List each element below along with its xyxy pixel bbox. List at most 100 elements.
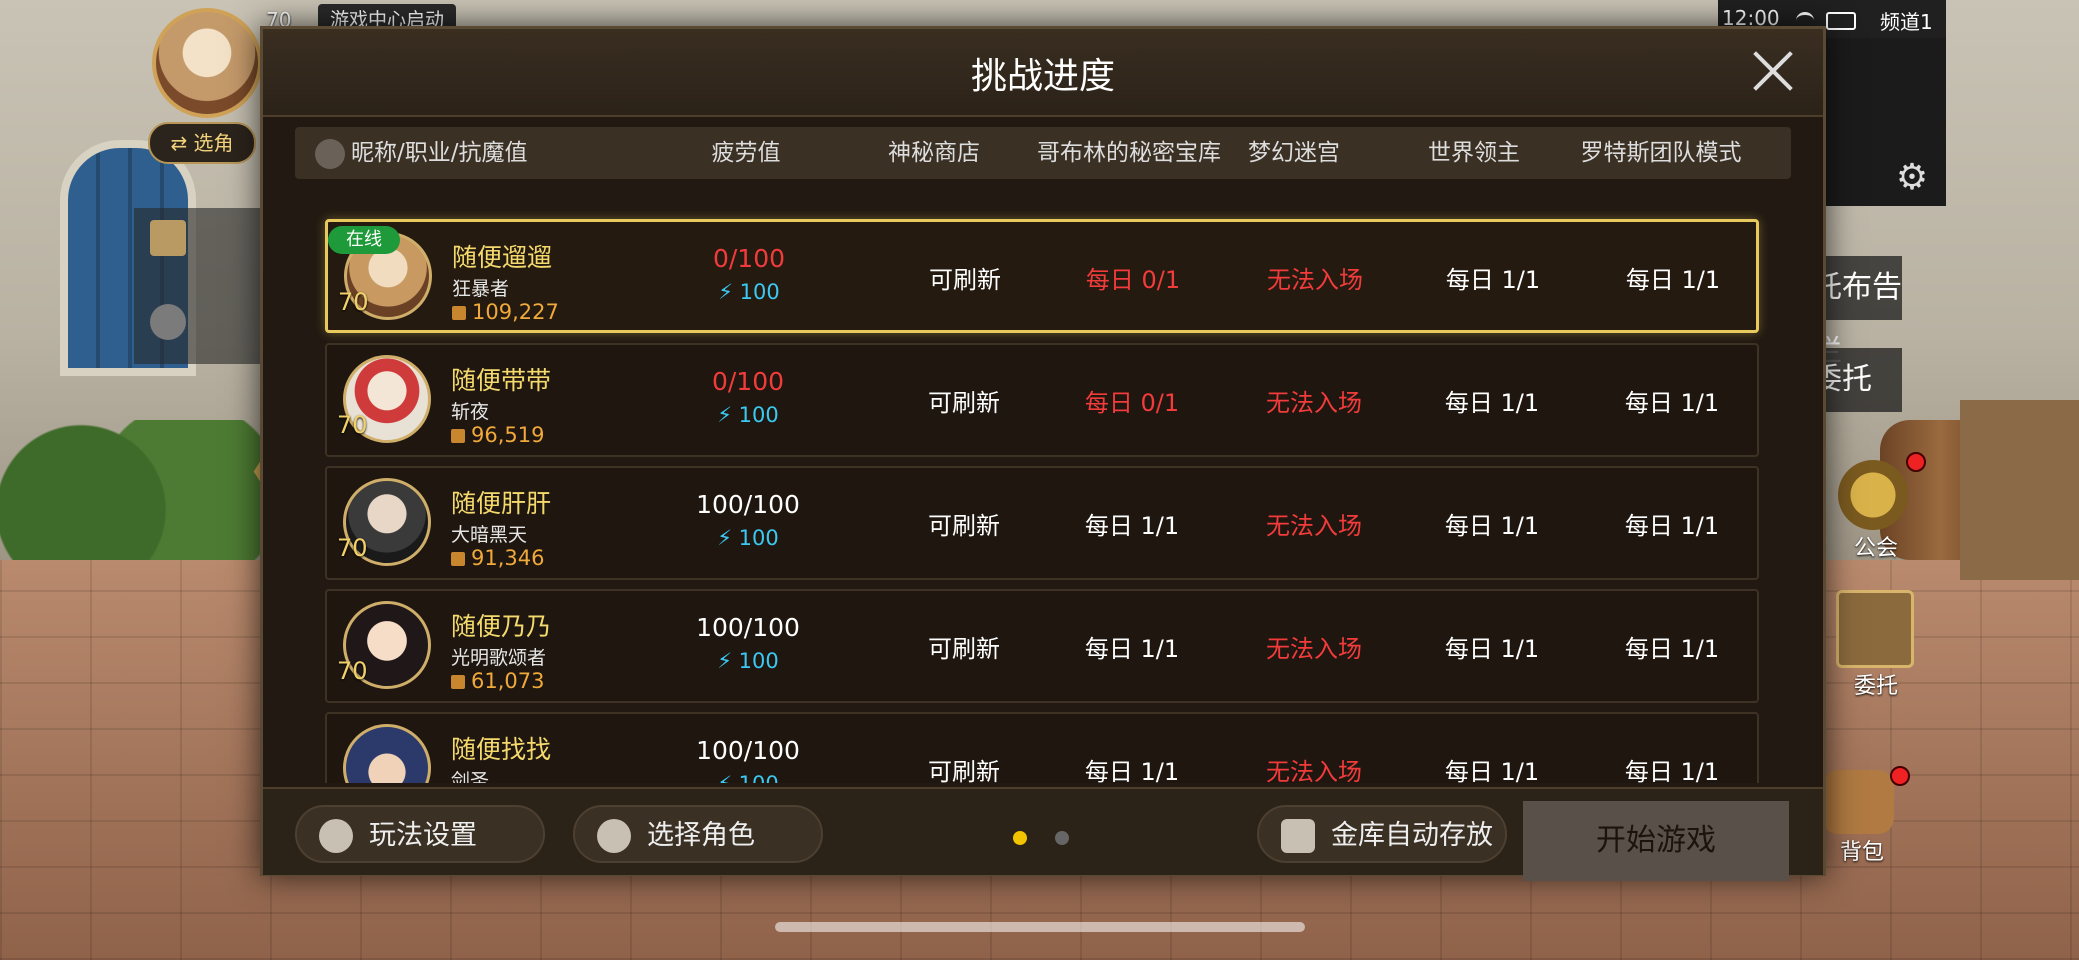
select-role-label: 选择角色 — [647, 820, 755, 851]
character-level: 70 — [337, 534, 368, 562]
character-job: 斩夜 — [451, 401, 490, 423]
character-power: 96,519 — [451, 423, 544, 447]
online-badge: 在线 — [328, 226, 400, 254]
boss-status: 每日 1/1 — [1444, 635, 1540, 663]
shield-icon — [451, 675, 465, 689]
entrust-board-button[interactable]: 委托 — [1836, 590, 1916, 699]
notification-dot — [1906, 452, 1926, 472]
energy-value: ⚡ 100 — [718, 280, 780, 304]
header-goblin: 哥布林的秘密宝库 — [1037, 140, 1221, 166]
shop-status: 可刷新 — [928, 389, 1000, 417]
home-indicator[interactable] — [775, 922, 1305, 932]
character-level: 70 — [337, 411, 368, 439]
vault-auto-store-button[interactable]: 金库自动存放 — [1257, 805, 1507, 863]
power-value: 96,519 — [471, 423, 545, 447]
gear-icon — [319, 819, 353, 853]
character-job: 狂暴者 — [452, 278, 510, 300]
goblin-status: 每日 1/1 — [1084, 635, 1180, 663]
character-power: 109,227 — [452, 300, 559, 324]
challenge-progress-dialog: 挑战进度 昵称/职业/抗魔值 疲劳值 神秘商店 哥布林的秘密宝库 梦幻迷宫 世界… — [260, 26, 1826, 881]
character-name: 随便找找 — [451, 735, 552, 764]
notification-dot — [1890, 766, 1910, 786]
select-role-button[interactable]: 选择角色 — [573, 805, 823, 863]
character-row[interactable]: 在线 70 随便遛遛 狂暴者 109,227 0/100 ⚡ 100 可刷新 每… — [325, 219, 1759, 333]
character-job: 光明歌颂者 — [451, 647, 547, 669]
bag-icon — [1822, 770, 1894, 834]
character-row[interactable]: 随便找找 剑圣 100/100 ⚡ 100 可刷新 每日 1/1 无法入场 每日… — [325, 712, 1759, 783]
maze-status: 无法入场 — [1267, 266, 1363, 294]
power-value: 91,346 — [471, 546, 545, 570]
board-icon — [1836, 590, 1914, 668]
gameplay-settings-button[interactable]: 玩法设置 — [295, 805, 545, 863]
energy-value: ⚡ 100 — [717, 649, 779, 673]
character-level: 70 — [337, 657, 368, 685]
person-icon — [150, 304, 186, 340]
character-portrait — [343, 724, 431, 783]
raid-status: 每日 1/1 — [1624, 758, 1720, 783]
fatigue-value: 100/100 — [696, 736, 800, 765]
maze-status: 无法入场 — [1266, 635, 1362, 663]
shield-icon — [451, 552, 465, 566]
character-job: 大暗黑天 — [451, 524, 528, 546]
character-row[interactable]: 70 随便乃乃 光明歌颂者 61,073 100/100 ⚡ 100 可刷新 每… — [325, 589, 1759, 703]
shop-status: 可刷新 — [928, 635, 1000, 663]
character-row[interactable]: 70 随便带带 斩夜 96,519 0/100 ⚡ 100 可刷新 每日 0/1… — [325, 343, 1759, 457]
character-name: 随便遛遛 — [452, 243, 553, 272]
bag-button[interactable]: 背包 — [1822, 770, 1902, 870]
channel-label[interactable]: 频道1 — [1880, 6, 1933, 35]
guild-button[interactable]: 公会 — [1838, 460, 1914, 561]
character-power: 91,346 — [451, 546, 544, 570]
maze-status: 无法入场 — [1266, 758, 1362, 783]
role-icon — [597, 819, 631, 853]
vault-auto-store-label: 金库自动存放 — [1331, 820, 1493, 851]
fatigue-value: 0/100 — [711, 367, 785, 396]
crate-stack — [1960, 400, 2079, 580]
chest-icon — [1281, 819, 1315, 853]
maze-status: 无法入场 — [1266, 512, 1362, 540]
character-row[interactable]: 70 随便肝肝 大暗黑天 91,346 100/100 ⚡ 100 可刷新 每日… — [325, 466, 1759, 580]
switch-role-button[interactable]: ⇄ 选角 — [148, 122, 256, 164]
dialog-title: 挑战进度 — [970, 56, 1115, 97]
boss-status: 每日 1/1 — [1444, 758, 1540, 783]
header-shop: 神秘商店 — [888, 140, 980, 166]
energy-value: ⚡ 100 — [683, 772, 813, 783]
page-dot[interactable] — [1055, 831, 1069, 845]
user-head-icon — [315, 139, 345, 169]
shop-status: 可刷新 — [928, 512, 1000, 540]
boss-status: 每日 1/1 — [1444, 389, 1540, 417]
boss-status: 每日 1/1 — [1444, 512, 1540, 540]
player-avatar[interactable] — [152, 8, 262, 118]
start-game-button[interactable]: 开始游戏 — [1523, 801, 1789, 881]
guild-icon — [1838, 460, 1908, 530]
character-name: 随便带带 — [451, 366, 552, 395]
character-name: 随便乃乃 — [451, 612, 552, 641]
gameplay-settings-label: 玩法设置 — [369, 820, 477, 851]
shop-status: 可刷新 — [928, 758, 1000, 783]
character-job: 剑圣 — [451, 770, 490, 783]
character-name: 随便肝肝 — [451, 489, 552, 518]
raid-status: 每日 1/1 — [1624, 389, 1720, 417]
raid-status: 每日 1/1 — [1624, 635, 1720, 663]
raid-status: 每日 1/1 — [1624, 512, 1720, 540]
header-maze: 梦幻迷宫 — [1248, 140, 1340, 166]
header-boss: 世界领主 — [1428, 140, 1520, 166]
battery-icon — [1826, 12, 1856, 30]
dialog-header: 挑战进度 — [263, 29, 1823, 117]
character-level: 70 — [338, 288, 369, 316]
character-list[interactable]: 在线 70 随便遛遛 狂暴者 109,227 0/100 ⚡ 100 可刷新 每… — [263, 189, 1823, 783]
lavender-bush — [0, 420, 270, 570]
energy-value: ⚡ 100 — [717, 403, 779, 427]
bag-label: 背包 — [1839, 840, 1884, 865]
character-power: 61,073 — [451, 669, 544, 693]
close-icon[interactable] — [1751, 49, 1795, 93]
page-dot-active[interactable] — [1013, 831, 1027, 845]
shop-status: 可刷新 — [929, 266, 1001, 294]
gear-icon[interactable]: ⚙ — [1892, 158, 1932, 198]
shield-icon — [452, 306, 466, 320]
raid-status: 每日 1/1 — [1625, 266, 1721, 294]
guild-label: 公会 — [1853, 536, 1898, 561]
power-value: 61,073 — [471, 669, 545, 693]
energy-value: ⚡ 100 — [717, 526, 779, 550]
dialog-footer: 玩法设置 选择角色 金库自动存放 开始游戏 — [263, 787, 1823, 881]
power-value: 109,227 — [472, 300, 559, 324]
